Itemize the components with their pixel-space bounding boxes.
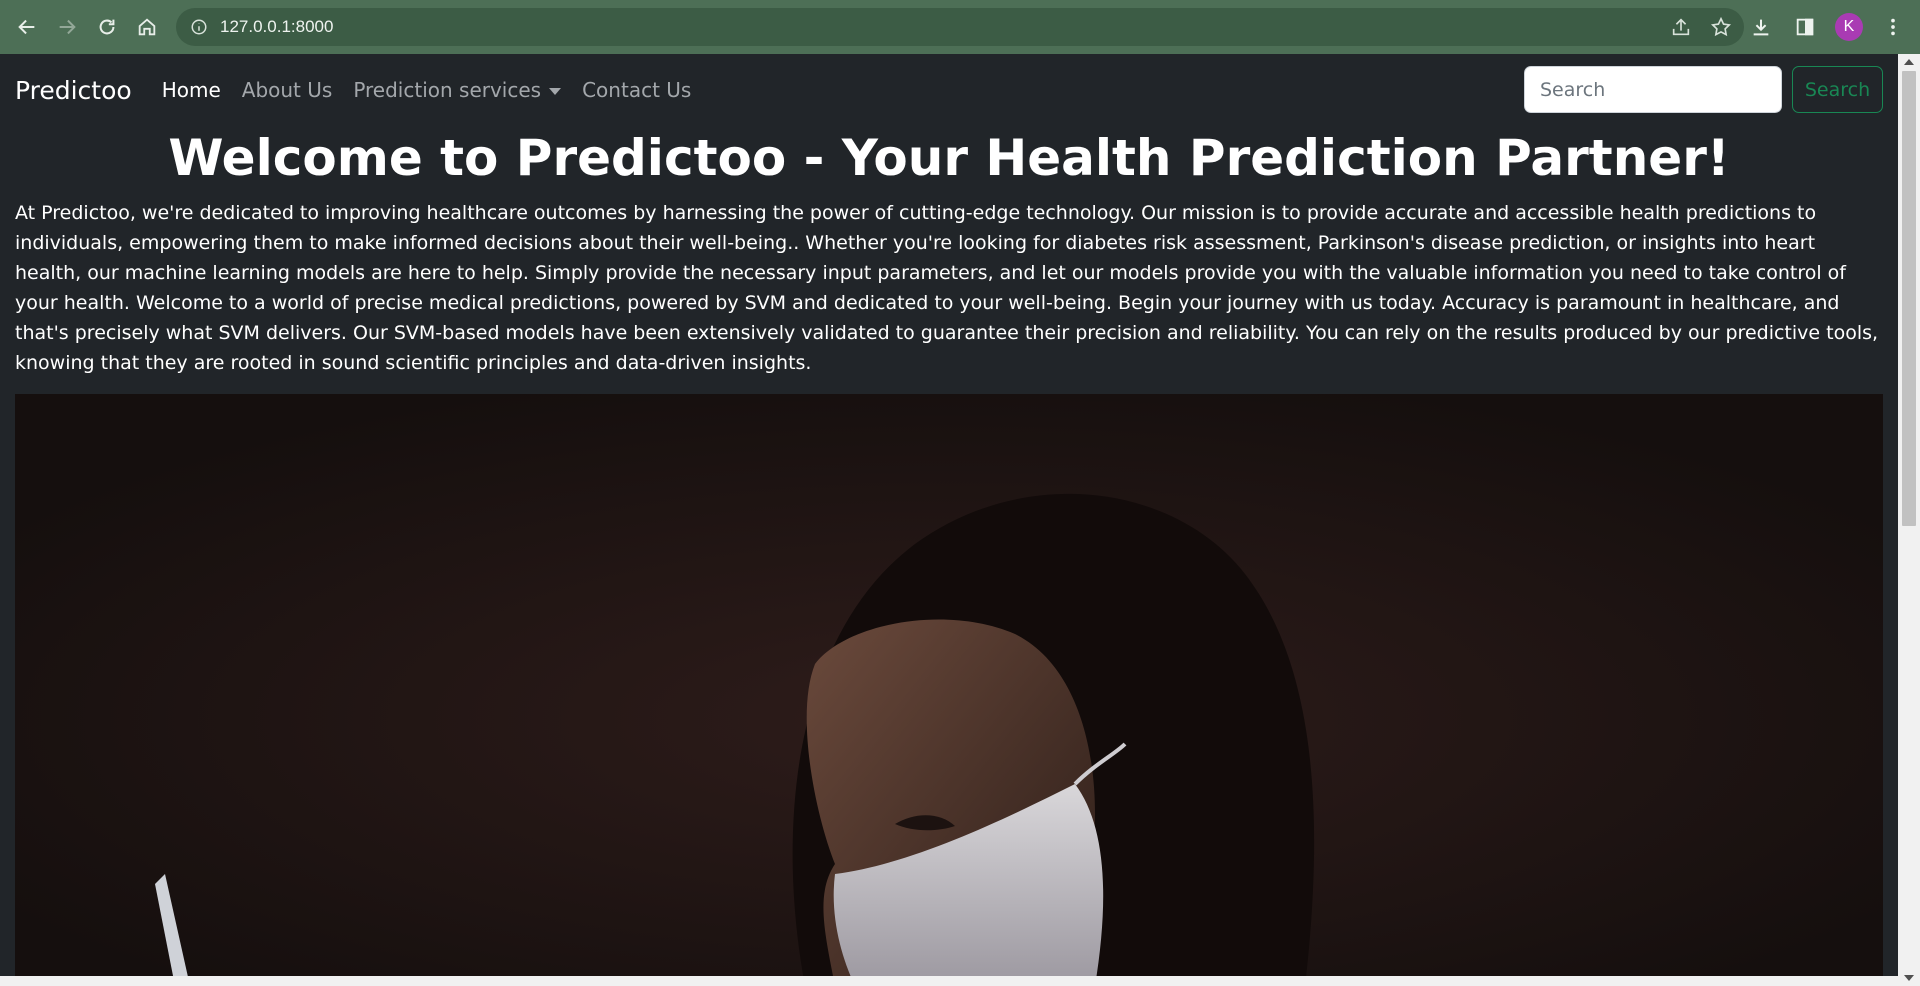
nav-home[interactable]: Home <box>162 78 221 102</box>
side-panel-icon <box>1796 18 1814 36</box>
page-title: Welcome to Predictoo - Your Health Predi… <box>168 129 1730 187</box>
back-button[interactable] <box>7 7 47 47</box>
vertical-scrollbar[interactable] <box>1898 54 1920 986</box>
scrollbar-thumb[interactable] <box>1902 71 1916 526</box>
avatar: K <box>1835 13 1863 41</box>
site-navbar: Predictoo Home About Us Prediction servi… <box>0 54 1898 126</box>
profile-button[interactable]: K <box>1830 7 1868 47</box>
forward-button[interactable] <box>47 7 87 47</box>
nav-about-us[interactable]: About Us <box>242 78 333 102</box>
search-button[interactable]: Search <box>1792 66 1883 113</box>
brand-logo[interactable]: Predictoo <box>15 76 132 105</box>
address-bar[interactable]: 127.0.0.1:8000 <box>176 8 1744 46</box>
nav-prediction-services-dropdown[interactable]: Prediction services <box>353 78 562 102</box>
caret-down-icon <box>549 88 562 95</box>
side-panel-button[interactable] <box>1786 7 1824 47</box>
home-button[interactable] <box>127 7 167 47</box>
intro-paragraph: At Predictoo, we're dedicated to improvi… <box>15 202 1879 374</box>
scroll-down-icon[interactable] <box>1904 975 1914 981</box>
url-text: 127.0.0.1:8000 <box>220 17 334 36</box>
masked-woman-illustration <box>15 394 1883 986</box>
share-icon[interactable] <box>1670 16 1692 38</box>
download-icon <box>1753 19 1769 36</box>
nav-prediction-services-label: Prediction services <box>353 78 542 102</box>
reload-icon <box>99 19 115 35</box>
main-content: Welcome to Predictoo - Your Health Predi… <box>0 126 1898 986</box>
horizontal-scrollbar[interactable] <box>0 976 1898 986</box>
browser-menu-button[interactable] <box>1874 7 1912 47</box>
kebab-menu-icon <box>1891 18 1895 36</box>
search-input[interactable] <box>1524 66 1782 113</box>
nav-contact-us[interactable]: Contact Us <box>582 78 691 102</box>
site-info-icon[interactable] <box>190 18 208 36</box>
browser-toolbar: 127.0.0.1:8000 K <box>0 0 1920 54</box>
back-arrow-icon <box>18 19 35 35</box>
downloads-button[interactable] <box>1742 7 1780 47</box>
scroll-up-icon[interactable] <box>1904 59 1914 65</box>
hero-image <box>15 394 1883 986</box>
bookmark-star-icon[interactable] <box>1710 16 1732 38</box>
search-form: Search <box>1524 66 1883 113</box>
forward-arrow-icon <box>59 19 76 35</box>
home-icon <box>138 18 156 36</box>
reload-button[interactable] <box>87 7 127 47</box>
